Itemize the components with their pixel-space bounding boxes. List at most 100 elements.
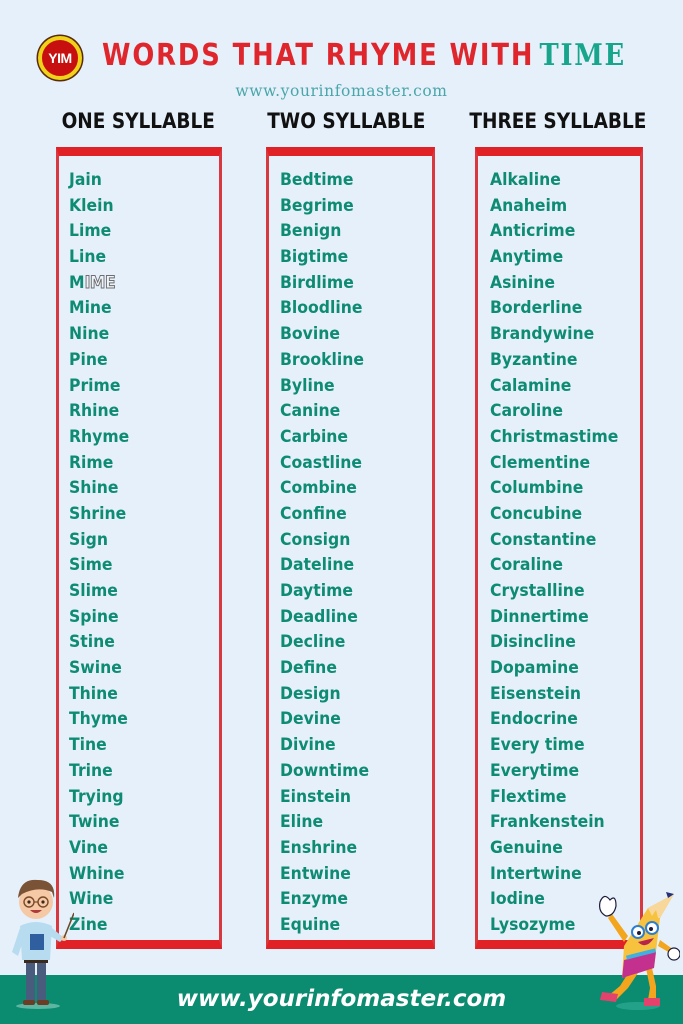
word-item: Begrime: [280, 195, 354, 216]
teacher-character-icon: [12, 879, 74, 1009]
word-item: Coraline: [490, 555, 563, 576]
word-item: Benign: [280, 221, 342, 242]
word-item: Einstein: [280, 786, 352, 807]
word-item: Slime: [69, 581, 118, 601]
word-item: Concubine: [490, 503, 583, 524]
word-item: Line: [69, 247, 107, 268]
word-item: Thine: [69, 683, 118, 704]
word-item: Daytime: [280, 581, 353, 601]
word-item: Enshrine: [280, 837, 358, 858]
word-item: Christmastime: [490, 426, 619, 447]
word-item: Spine: [69, 606, 119, 627]
word-item: Mine: [69, 298, 112, 319]
word-item: Sign: [69, 529, 108, 550]
page-title: WORDS THAT RHYME WITH TIME: [102, 38, 626, 73]
subtitle-url: www.yourinfomaster.com: [235, 82, 448, 100]
word-item: Lime: [69, 221, 112, 242]
word-item: Caroline: [490, 401, 563, 422]
word-item: Stine: [69, 632, 115, 653]
word-item: Brandywine: [490, 324, 595, 345]
word-item: Disincline: [490, 632, 576, 653]
footer-url: www.yourinfomaster.com: [176, 986, 507, 1012]
word-item: Borderline: [490, 298, 583, 319]
word-item: Devine: [280, 709, 341, 730]
word-item: Every time: [490, 735, 585, 756]
word-item: Rhine: [69, 401, 120, 422]
word-item: Shrine: [69, 503, 127, 524]
word-item: Genuine: [490, 837, 563, 858]
yim-logo-icon: YIM: [38, 36, 82, 80]
word-item: Nine: [69, 324, 110, 345]
word-item: Confine: [280, 503, 347, 524]
word-item: Equine: [280, 914, 341, 935]
word-item: Byzantine: [490, 349, 578, 370]
word-item: Constantine: [490, 529, 597, 550]
word-list-one-syllable: Jain Klein Lime Line MIME Mine Nine Pine Prime Rh…: [69, 156, 219, 939]
footer-bar: www.yourinfomaster.com: [0, 975, 683, 1024]
word-item: Alkaline: [490, 170, 561, 190]
word-item: Pine: [69, 349, 108, 370]
word-item: Zine: [69, 914, 108, 935]
word-item: MIME: [69, 272, 116, 293]
word-item: Flextime: [490, 786, 567, 807]
word-item: Brookline: [280, 349, 364, 370]
word-item: Downtime: [280, 760, 370, 781]
word-item: Swine: [69, 658, 122, 679]
word-item: Design: [280, 683, 341, 704]
word-item: Anaheim: [490, 195, 568, 216]
word-item: Endocrine: [490, 709, 578, 730]
word-item: Shine: [69, 478, 119, 499]
word-item: Entwine: [280, 863, 351, 884]
word-item: Wine: [69, 889, 114, 910]
word-item: Anticrime: [490, 221, 576, 242]
word-item: Define: [280, 658, 337, 679]
column-heading-one-syllable: ONE SYLLABLE: [61, 109, 215, 133]
word-item: Rime: [69, 452, 114, 473]
title-accent: TIME: [539, 38, 626, 73]
word-item: Vine: [69, 837, 108, 858]
word-item: Crystalline: [490, 581, 585, 601]
word-item: Canine: [280, 401, 341, 422]
word-item: Trying: [69, 786, 124, 807]
word-item: Enzyme: [280, 889, 349, 910]
word-item: Intertwine: [490, 863, 582, 884]
column-heading-three-syllable: THREE SYLLABLE: [469, 109, 647, 133]
word-item: Trine: [69, 760, 113, 781]
word-item: Byline: [280, 375, 335, 396]
word-box-two-syllable: Bedtime Begrime Benign Bigtime Birdlime Blood…: [266, 147, 435, 949]
word-item: Dateline: [280, 555, 355, 576]
word-box-one-syllable: Jain Klein Lime Line MIME Mine Nine Pine Prime Rh…: [56, 147, 222, 949]
word-item: Jain: [69, 170, 102, 190]
word-item: Clementine: [490, 452, 591, 473]
word-item: Bedtime: [280, 170, 354, 190]
word-item: Eisenstein: [490, 683, 581, 704]
word-item: Klein: [69, 195, 114, 216]
word-item: Calamine: [490, 375, 572, 396]
word-item: Divine: [280, 735, 336, 756]
pencil-mascot-icon: [599, 892, 680, 1010]
word-item: Bovine: [280, 324, 340, 345]
column-heading-two-syllable: TWO SYLLABLE: [267, 109, 426, 133]
word-box-three-syllable: Alkaline Anaheim Anticrime Anytime Asinine Bo…: [475, 147, 643, 949]
word-item: Anytime: [490, 247, 564, 268]
word-item: Consign: [280, 529, 351, 550]
word-item: Sime: [69, 555, 113, 576]
word-item: Everytime: [490, 760, 580, 781]
word-item: Combine: [280, 478, 357, 499]
word-item: Prime: [69, 375, 121, 396]
header: YIM WORDS THAT RHYME WITH TIME: [0, 34, 683, 84]
word-item: Dopamine: [490, 658, 579, 679]
word-list-three-syllable: Alkaline Anaheim Anticrime Anytime Asinine Bo…: [490, 156, 640, 939]
word-item: Rhyme: [69, 426, 130, 447]
word-list-two-syllable: Bedtime Begrime Benign Bigtime Birdlime Blood…: [280, 156, 432, 939]
word-item: Columbine: [490, 478, 584, 499]
word-item: Bloodline: [280, 298, 363, 319]
word-item: Carbine: [280, 426, 349, 447]
word-item: Coastline: [280, 452, 363, 473]
word-item: Tine: [69, 735, 107, 756]
word-item: Birdlime: [280, 272, 354, 293]
word-item: Eline: [280, 812, 324, 833]
word-item: Frankenstein: [490, 812, 605, 833]
title-main: WORDS THAT RHYME WITH: [102, 38, 535, 73]
word-item: Whine: [69, 863, 125, 884]
